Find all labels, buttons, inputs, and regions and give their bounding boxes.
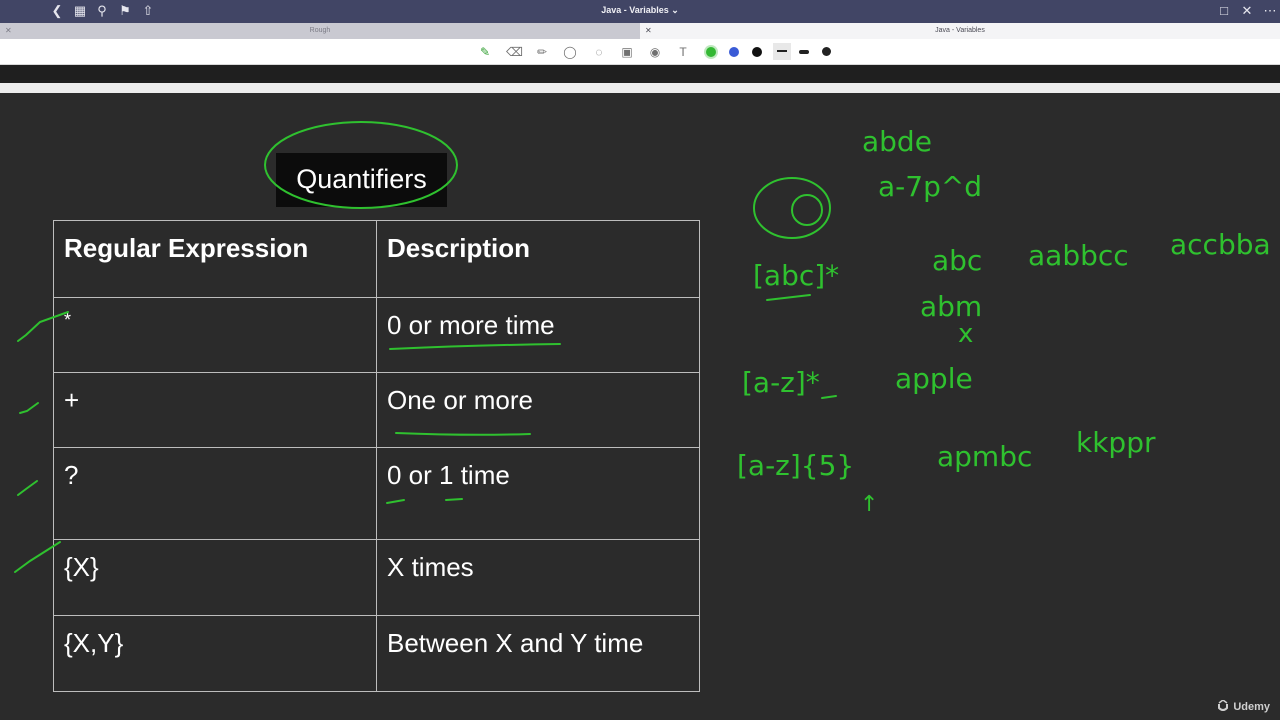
note-abc: abc	[932, 244, 982, 277]
check-mark	[19, 402, 39, 414]
note-aabbcc: aabbcc	[1028, 239, 1129, 272]
note-kkppr: kkppr	[1076, 426, 1156, 459]
udemy-watermark: Udemy	[1217, 700, 1270, 713]
note-apmbc: apmbc	[937, 440, 1032, 473]
note-abc-star: [abc]*	[753, 259, 839, 292]
underline-mark	[389, 343, 561, 350]
note-abde: abde	[862, 125, 932, 158]
note-x: x	[958, 319, 973, 349]
title-circle-mark	[264, 121, 458, 209]
check-mark	[17, 480, 38, 496]
underline-mark	[386, 499, 405, 504]
note-up-arrow: ↑	[860, 492, 878, 517]
underline-mark	[395, 432, 531, 436]
check-mark	[14, 541, 61, 573]
underline-mark	[445, 498, 463, 501]
note-a-7p-d: a-7p^d	[878, 170, 982, 203]
handwriting-layer: abde a-7p^d [abc]* abc aabbcc accbba abm…	[14, 121, 1271, 573]
star-underline-mark	[821, 395, 837, 399]
note-a-z-star: [a-z]*	[742, 366, 820, 399]
note-accbba: accbba	[1170, 228, 1271, 261]
star-inner-circle-mark	[791, 194, 823, 226]
note-apple: apple	[895, 362, 973, 395]
check-mark	[17, 311, 69, 342]
udemy-logo-icon	[1218, 700, 1229, 711]
watermark-text: Udemy	[1233, 701, 1270, 713]
star-underline-mark	[766, 294, 811, 301]
note-a-z-5: [a-z]{5}	[737, 449, 854, 482]
